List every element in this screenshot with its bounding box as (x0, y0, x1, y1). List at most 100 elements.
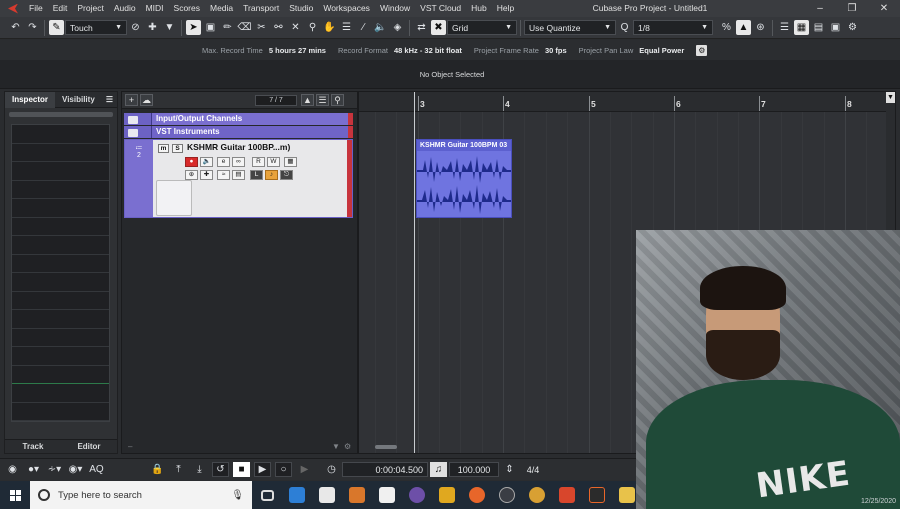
erase-tool-icon[interactable]: ⌫ (237, 20, 252, 35)
chrome-app-icon[interactable] (522, 481, 552, 509)
inspector-row[interactable] (12, 199, 109, 218)
tab-editor[interactable]: Editor (61, 440, 117, 453)
record-button[interactable]: ○ (275, 462, 292, 477)
time-display-icon[interactable]: ◷ (323, 462, 340, 477)
track-input-output-channels[interactable]: Input/Output Channels (124, 113, 353, 125)
set-up-window-layout-icon[interactable]: ▲ (736, 20, 751, 35)
edit-instrument-button[interactable]: e (217, 157, 230, 167)
taskbar-search[interactable]: Type here to search 🎙 (30, 481, 252, 509)
inspector-row[interactable] (12, 384, 109, 403)
inspector-row[interactable] (12, 218, 109, 236)
frame-rate-value[interactable]: 30 fps (545, 46, 567, 55)
obs-app-icon[interactable] (492, 481, 522, 509)
inspector-row[interactable] (12, 273, 109, 292)
chevron-down-icon[interactable]: ▼ (886, 92, 895, 103)
write-automation-button[interactable]: W (267, 157, 280, 167)
object-selection-tool-icon[interactable]: ➤ (186, 20, 201, 35)
add-track-icon[interactable]: + (125, 94, 138, 106)
automation-mode-dropdown[interactable]: Touch ▼ (65, 20, 127, 35)
pan-law-value[interactable]: Equal Power (639, 46, 684, 55)
freeze-button[interactable]: ▦ (284, 157, 297, 167)
audio-quantize-icon[interactable]: AQ (88, 462, 105, 477)
autoscroll-options-icon[interactable]: ▼ (162, 20, 177, 35)
range-selection-tool-icon[interactable]: ▣ (203, 20, 218, 35)
snap-mode-icon[interactable]: ⇄ (414, 20, 429, 35)
left-locator-icon[interactable]: ⤒ (170, 462, 187, 477)
info-settings-gear-icon[interactable]: ⚙ (696, 44, 708, 56)
input-output-icon[interactable]: ◉▾ (67, 462, 84, 477)
solo-button[interactable]: S (172, 144, 183, 153)
inspector-menu-icon[interactable]: ☰ (102, 92, 117, 108)
app-fl-icon[interactable] (582, 481, 612, 509)
mute-tool-icon[interactable]: ✕ (288, 20, 303, 35)
metronome-icon[interactable]: ∻▾ (46, 462, 63, 477)
snap-type-dropdown[interactable]: Grid ▼ (447, 20, 517, 35)
track-picture[interactable] (156, 180, 192, 216)
line-tool-icon[interactable]: ∕ (356, 20, 371, 35)
zoom-tool-icon[interactable]: ⚲ (305, 20, 320, 35)
timebase-button[interactable]: L (250, 170, 263, 180)
lock-icon[interactable]: 🔒 (149, 462, 166, 477)
ruler[interactable]: 3 4 5 6 7 8 (359, 92, 895, 112)
horizontal-scrollbar[interactable] (375, 445, 397, 449)
track-list-menu-icon[interactable]: ☰ (316, 94, 329, 106)
inspector-row[interactable] (12, 347, 109, 366)
inspector-row[interactable] (12, 181, 109, 199)
comp-tool-icon[interactable]: ☰ (339, 20, 354, 35)
track-name[interactable]: VST Instruments (152, 126, 220, 138)
time-display[interactable]: 0:00:04.500 (342, 462, 428, 477)
tab-track[interactable]: Track (5, 440, 61, 453)
musical-mode-button[interactable]: ♪ (265, 170, 278, 180)
read-automation-button[interactable]: R (252, 157, 265, 167)
menu-scores[interactable]: Scores (169, 0, 205, 17)
instrument-power-button[interactable]: ⎋ (280, 170, 293, 180)
track-kshmr-guitar[interactable]: ≔ 2 m S KSHMR Guitar 100BP...m) ● 🔈 e ∞ … (124, 139, 353, 218)
menu-studio[interactable]: Studio (284, 0, 318, 17)
glue-tool-icon[interactable]: ⚯ (271, 20, 286, 35)
track-name[interactable]: KSHMR Guitar 100BP...m) (187, 142, 290, 152)
track-visibility-icon[interactable]: ▲ (301, 94, 314, 106)
inspector-row[interactable] (12, 366, 109, 384)
menu-audio[interactable]: Audio (109, 0, 141, 17)
record-mode-icon[interactable]: ●▾ (25, 462, 42, 477)
play-tool-icon[interactable]: 🔈 (373, 20, 388, 35)
mute-button[interactable]: m (158, 144, 169, 153)
constrain-icon[interactable]: ⊛ (753, 20, 768, 35)
app-orange-icon[interactable] (342, 481, 372, 509)
stop-button[interactable]: ■ (233, 462, 250, 477)
hand-tool-icon[interactable]: ✋ (322, 20, 337, 35)
close-icon[interactable]: ✕ (868, 0, 900, 17)
expression-button[interactable]: ≈ (217, 170, 230, 180)
percent-icon[interactable]: % (719, 20, 734, 35)
menu-edit[interactable]: Edit (48, 0, 73, 17)
inspector-row[interactable] (12, 162, 109, 181)
inspector-row[interactable] (12, 255, 109, 273)
tab-inspector[interactable]: Inspector (5, 91, 56, 108)
layout-options-icon[interactable]: ⚙ (845, 20, 860, 35)
color-tool-icon[interactable]: ◈ (390, 20, 405, 35)
play-button[interactable]: ▶ (254, 462, 271, 477)
tempo-display[interactable]: 100.000 (449, 462, 499, 477)
menu-file[interactable]: File (24, 0, 48, 17)
punch-icon[interactable]: ▶ (296, 462, 313, 477)
microphone-icon[interactable]: 🎙 (231, 490, 244, 501)
menu-media[interactable]: Media (205, 0, 238, 17)
windows-start-icon[interactable] (0, 481, 30, 509)
lock-button[interactable]: ∞ (232, 157, 245, 167)
track-name[interactable]: Input/Output Channels (152, 113, 242, 125)
app-red-icon[interactable] (552, 481, 582, 509)
record-format-label[interactable]: Record Format (338, 46, 388, 55)
lower-zone-icon[interactable]: ▤ (811, 20, 826, 35)
project-cursor[interactable] (414, 92, 415, 453)
menu-project[interactable]: Project (72, 0, 108, 17)
quantize-icon[interactable]: Q (617, 20, 632, 35)
zoom-minus-icon[interactable]: – (128, 442, 132, 451)
automation-mode-icon[interactable]: ✎ (49, 20, 64, 35)
monitor-button[interactable]: 🔈 (200, 157, 213, 167)
lanes-button[interactable]: ▤ (232, 170, 245, 180)
zoom-settings-icon[interactable]: ⚙ (344, 442, 351, 451)
tempo-stepper-icon[interactable]: ⇕ (501, 462, 518, 477)
quantize-mode-dropdown[interactable]: Use Quantize ▼ (524, 20, 616, 35)
undo-icon[interactable]: ↶ (8, 20, 23, 35)
split-tool-icon[interactable]: ✂ (254, 20, 269, 35)
